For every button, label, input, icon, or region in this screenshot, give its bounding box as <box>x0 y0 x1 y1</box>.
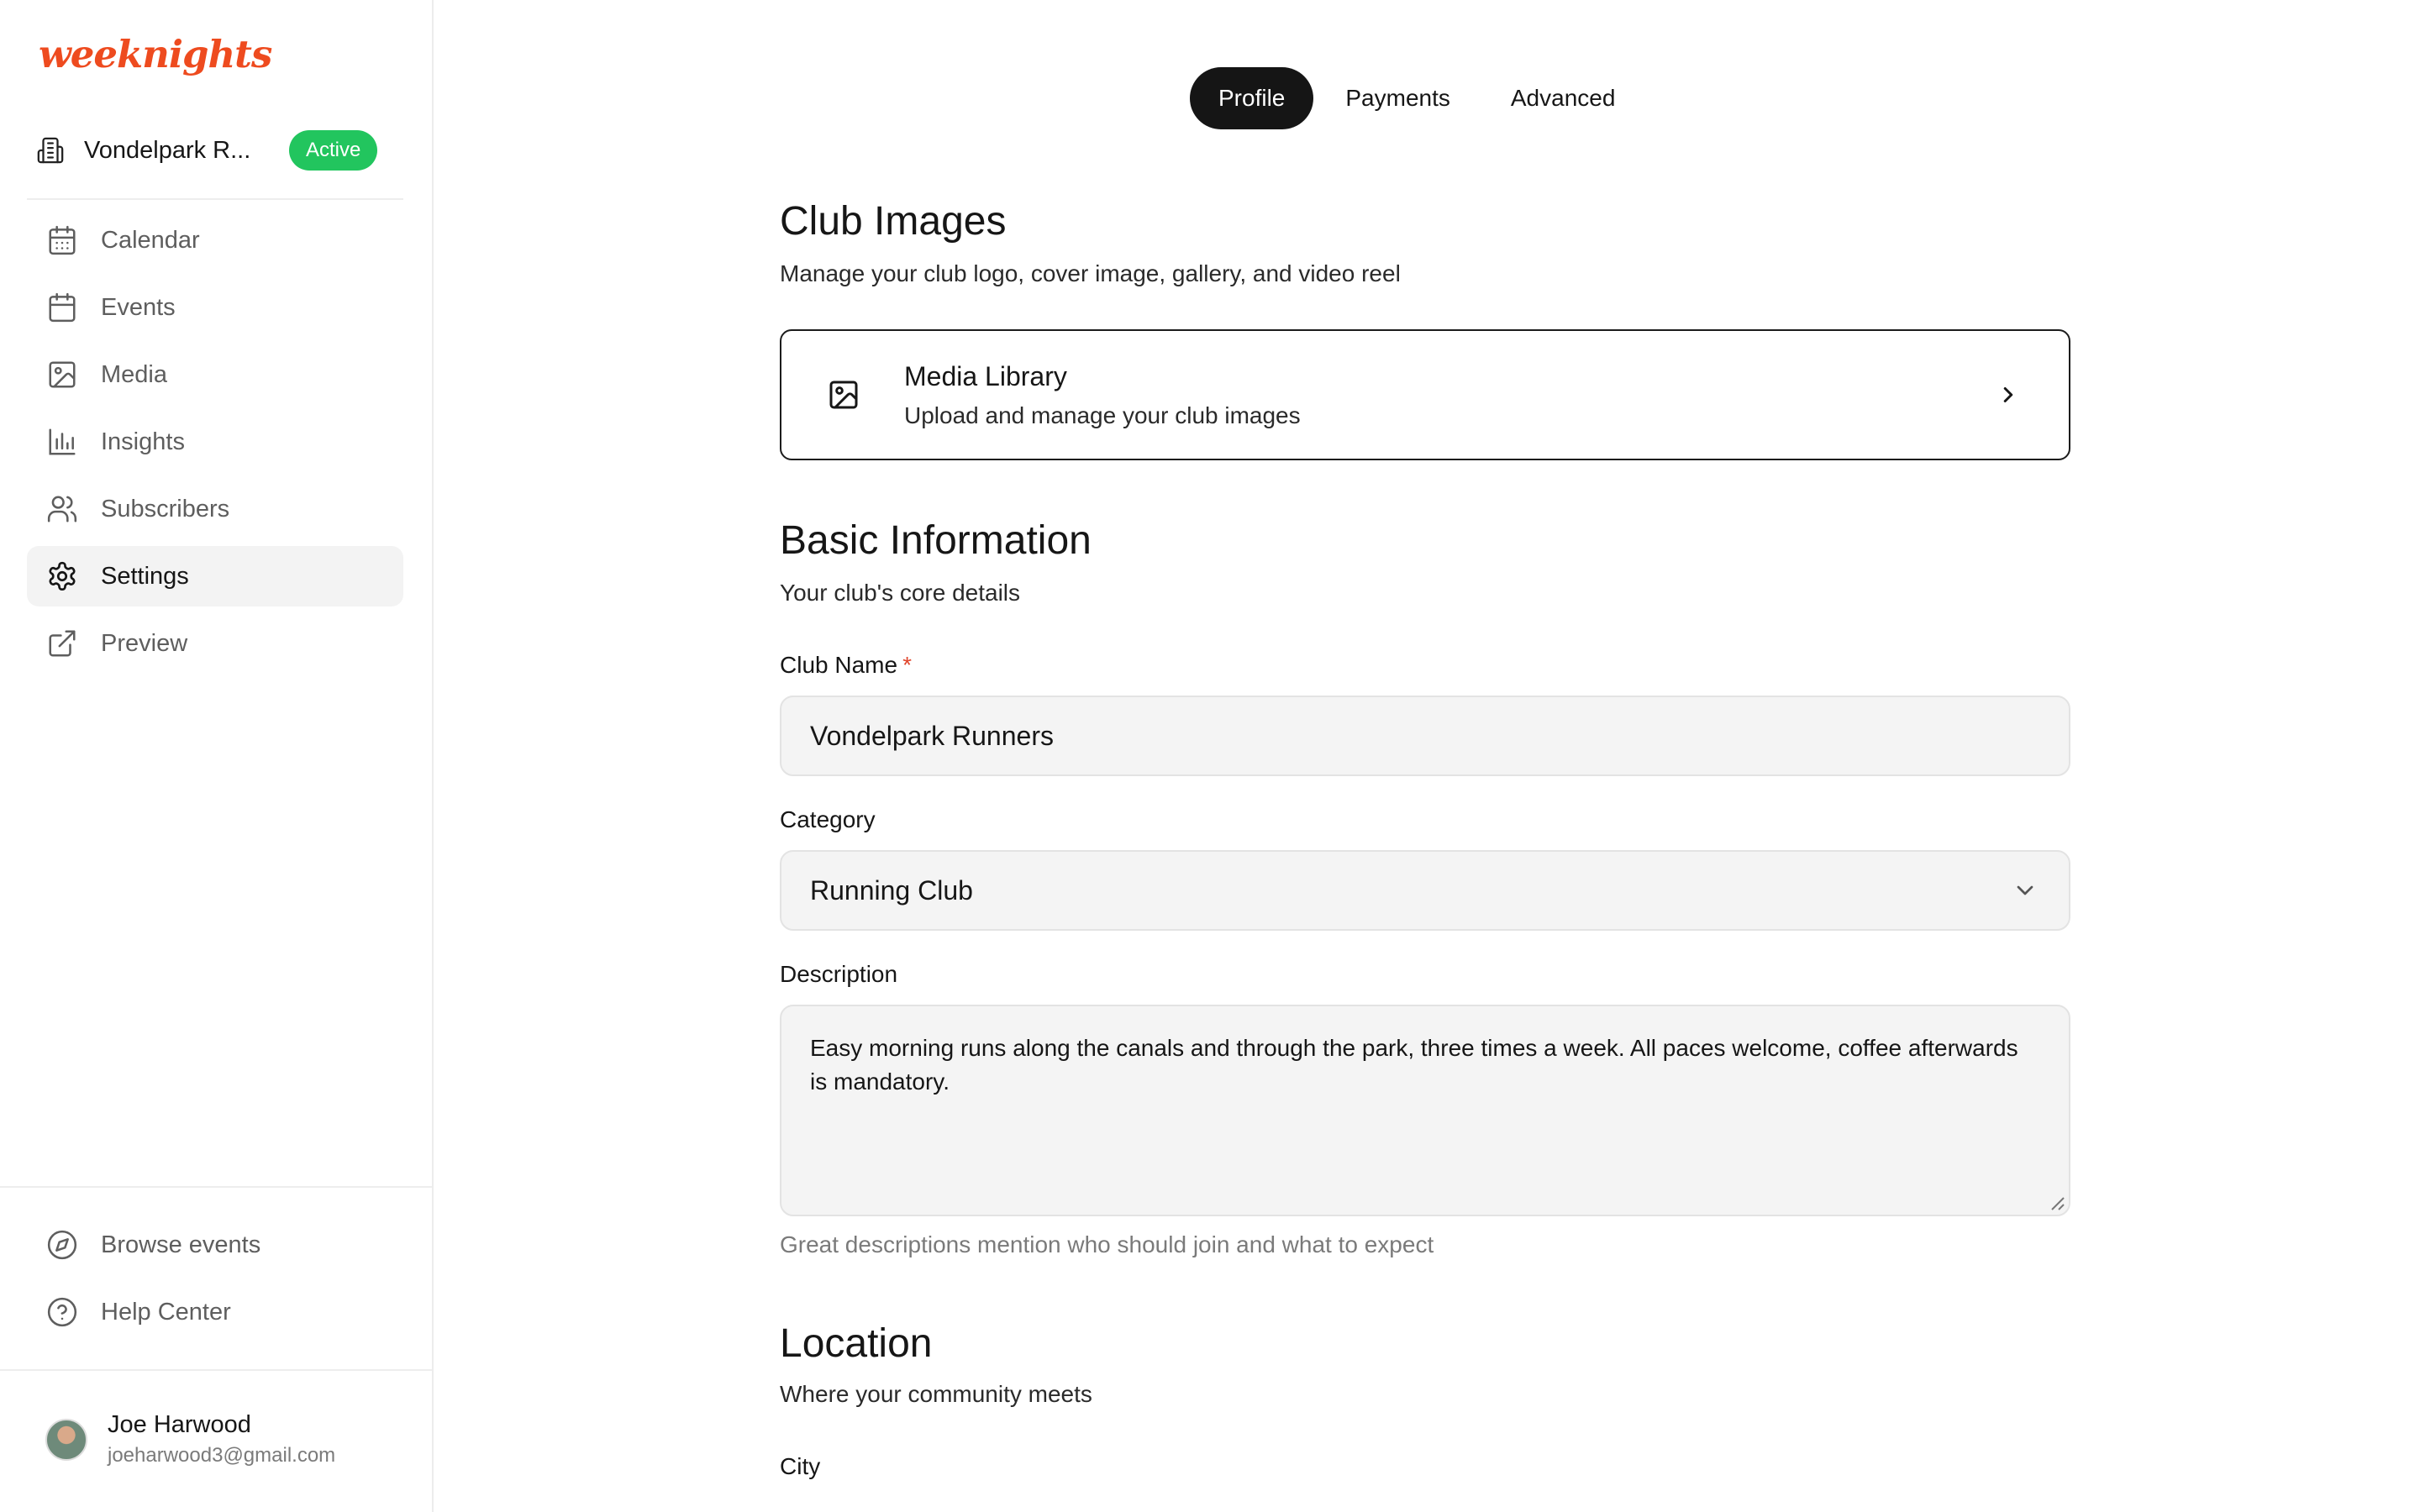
sidebar-item-browse-events[interactable]: Browse events <box>27 1215 403 1275</box>
sidebar-item-label: Browse events <box>101 1231 261 1258</box>
club-name-label: Club Name * <box>780 652 912 679</box>
compass-icon <box>45 1228 79 1262</box>
category-label: Category <box>780 806 876 832</box>
chevron-right-icon <box>1991 378 2025 412</box>
gear-icon <box>45 559 79 593</box>
description-hint: Great descriptions mention who should jo… <box>780 1231 1434 1257</box>
tab-profile[interactable]: Profile <box>1190 67 1314 129</box>
club-switcher[interactable]: Vondelpark R... Active <box>27 124 405 176</box>
club-name-label-text: Club Name <box>780 652 898 678</box>
tab-payments[interactable]: Payments <box>1317 67 1479 129</box>
calendar-icon <box>45 291 79 324</box>
bar-chart-icon <box>45 425 79 459</box>
sidebar-item-label: Media <box>101 360 167 388</box>
media-library-card[interactable]: Media Library Upload and manage your clu… <box>780 329 2070 460</box>
sidebar-item-label: Help Center <box>101 1298 231 1326</box>
user-email: joeharwood3@gmail.com <box>108 1444 336 1467</box>
calendar-grid-icon <box>45 223 79 257</box>
user-info: Joe Harwood joeharwood3@gmail.com <box>108 1411 335 1467</box>
sidebar-item-settings[interactable]: Settings <box>27 546 403 606</box>
settings-tabs: Profile Payments Advanced <box>1190 67 1647 129</box>
description-label: Description <box>780 961 898 987</box>
sidebar-bottom-nav: Browse events Help Center <box>27 1215 403 1349</box>
user-menu[interactable]: Joe Harwood joeharwood3@gmail.com <box>45 1411 335 1467</box>
app-root: weeknights Vondelpark R... Active Calend… <box>0 0 2420 1512</box>
club-name: Vondelpark R... <box>84 136 251 164</box>
chevron-down-icon <box>2017 885 2033 895</box>
sidebar-divider <box>27 198 403 200</box>
sidebar-item-label: Preview <box>101 629 188 657</box>
section-subtitle-club-images: Manage your club logo, cover image, gall… <box>780 260 1401 286</box>
media-library-text: Media Library Upload and manage your clu… <box>904 361 1301 429</box>
sidebar-item-preview[interactable]: Preview <box>27 613 403 674</box>
sidebar-divider <box>0 1369 432 1371</box>
image-icon <box>825 376 862 413</box>
tab-advanced[interactable]: Advanced <box>1482 67 1644 129</box>
section-title-club-images: Club Images <box>780 199 1007 244</box>
building-icon <box>27 127 74 174</box>
sidebar-item-calendar[interactable]: Calendar <box>27 210 403 270</box>
sidebar-item-label: Settings <box>101 562 189 590</box>
app-logo[interactable]: weeknights <box>39 32 272 76</box>
city-label: City <box>780 1453 821 1479</box>
media-library-subtitle: Upload and manage your club images <box>904 402 1301 428</box>
category-select[interactable]: Running Club <box>780 850 2070 931</box>
external-link-icon <box>45 627 79 660</box>
sidebar-item-label: Subscribers <box>101 495 230 522</box>
sidebar-divider <box>0 1186 432 1188</box>
required-mark: * <box>902 652 912 678</box>
section-title-basic-information: Basic Information <box>780 518 1092 563</box>
sidebar: weeknights Vondelpark R... Active Calend… <box>0 0 434 1512</box>
section-subtitle-basic-information: Your club's core details <box>780 580 1021 606</box>
user-name: Joe Harwood <box>108 1411 251 1438</box>
help-circle-icon <box>45 1295 79 1329</box>
status-badge: Active <box>289 130 378 171</box>
club-name-input[interactable] <box>780 696 2070 776</box>
sidebar-item-label: Events <box>101 293 176 321</box>
users-icon <box>45 492 79 526</box>
sidebar-item-help-center[interactable]: Help Center <box>27 1282 403 1342</box>
category-selected-value: Running Club <box>810 874 973 906</box>
image-icon <box>45 358 79 391</box>
sidebar-item-events[interactable]: Events <box>27 277 403 338</box>
sidebar-item-label: Insights <box>101 428 185 455</box>
section-title-location: Location <box>780 1321 933 1366</box>
resize-handle-icon[interactable] <box>2049 1194 2065 1211</box>
sidebar-item-media[interactable]: Media <box>27 344 403 405</box>
description-textarea[interactable]: Easy morning runs along the canals and t… <box>780 1005 2070 1216</box>
avatar <box>45 1418 87 1461</box>
sidebar-item-subscribers[interactable]: Subscribers <box>27 479 403 539</box>
sidebar-nav: Calendar Events Media Insights Subscribe… <box>27 210 403 680</box>
media-library-title: Media Library <box>904 360 1067 391</box>
sidebar-item-insights[interactable]: Insights <box>27 412 403 472</box>
section-subtitle-location: Where your community meets <box>780 1381 1092 1407</box>
sidebar-item-label: Calendar <box>101 226 200 254</box>
